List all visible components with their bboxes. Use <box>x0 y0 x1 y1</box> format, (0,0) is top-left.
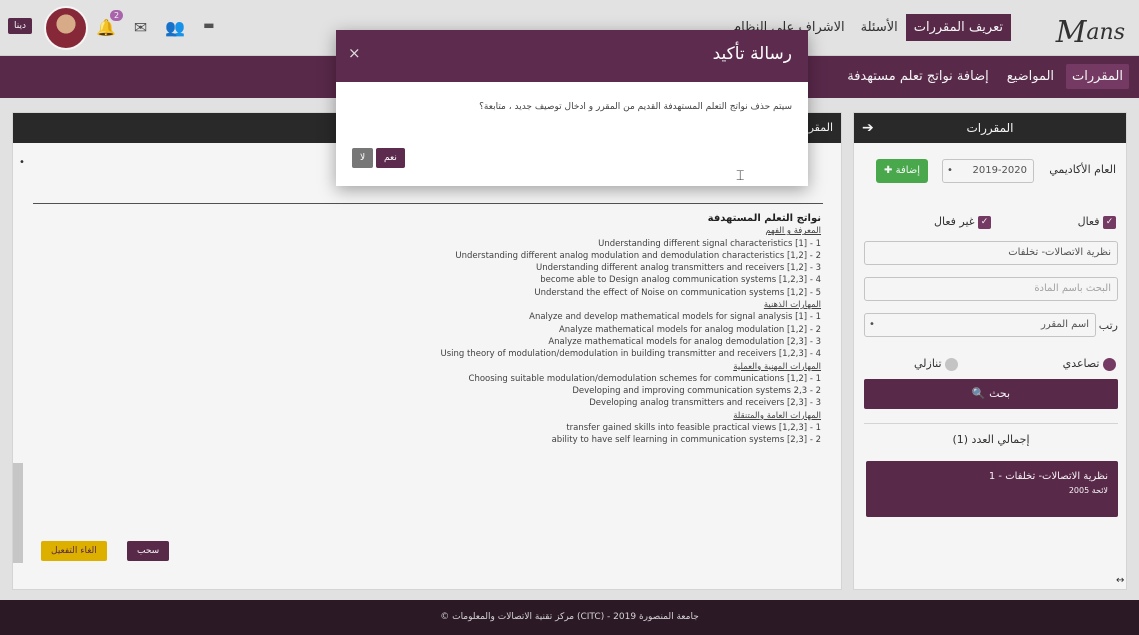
mouse-cursor-icon: ⌶ <box>736 168 745 184</box>
dialog-title: رسالة تأكيد <box>712 44 792 64</box>
dialog-message: سيتم حذف نواتج التعلم المستهدفة القديم م… <box>479 102 792 112</box>
confirm-dialog: رسالة تأكيد × سيتم حذف نواتج التعلم المس… <box>336 30 808 186</box>
confirm-no-button[interactable]: لا <box>352 148 374 168</box>
confirm-yes-button[interactable]: نعم <box>376 148 405 168</box>
close-icon[interactable]: × <box>348 44 361 62</box>
dialog-header: رسالة تأكيد × <box>336 30 808 82</box>
